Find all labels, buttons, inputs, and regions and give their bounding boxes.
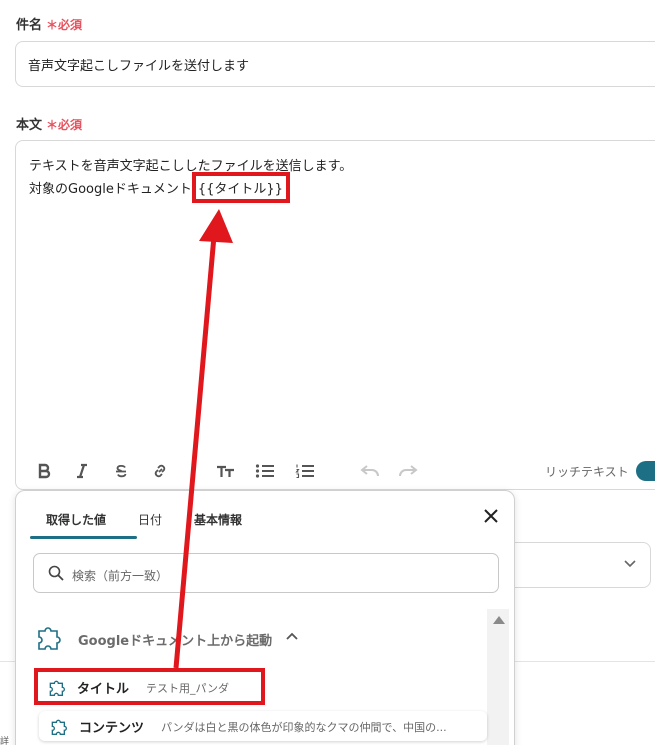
annotation-arrow (173, 209, 233, 669)
